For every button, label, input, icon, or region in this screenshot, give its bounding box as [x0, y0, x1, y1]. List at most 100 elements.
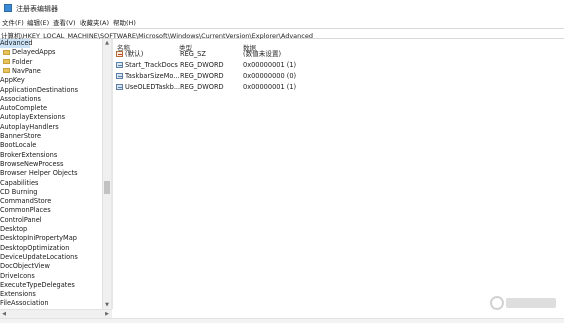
dword-value-icon — [116, 73, 123, 79]
scroll-right-arrow-icon[interactable]: ▶ — [103, 310, 111, 318]
menu-view[interactable]: 查看(V) — [53, 17, 76, 27]
tree-item-label: Desktop — [0, 225, 28, 233]
tree-item[interactable]: ApplicationDestinations — [0, 86, 78, 95]
tree-item[interactable]: AutoplayExtensions — [0, 113, 65, 122]
scroll-left-arrow-icon[interactable]: ◀ — [0, 310, 8, 318]
value-type: REG_DWORD — [180, 83, 224, 91]
tree-item[interactable]: DriveIcons — [0, 272, 35, 281]
value-row[interactable]: TaskbarSizeMo... REG_DWORD 0x00000000 (0… — [113, 71, 413, 81]
value-data: (数值未设置) — [243, 50, 282, 58]
menu-help[interactable]: 帮助(H) — [113, 17, 136, 27]
tree-item-label: Capabilities — [0, 178, 39, 187]
tree-item[interactable]: AppKey — [0, 76, 25, 85]
address-bar[interactable]: 计算机\HKEY_LOCAL_MACHINE\SOFTWARE\Microsof… — [0, 28, 564, 40]
tree-item-label: Extensions — [0, 290, 36, 299]
menu-edit[interactable]: 编辑(E) — [27, 17, 49, 27]
tree-item-label: FileAssociation — [0, 299, 49, 308]
tree-item[interactable]: Desktop — [0, 225, 27, 234]
folder-icon — [3, 68, 10, 74]
value-row[interactable]: Start_TrackDocs REG_DWORD 0x00000001 (1) — [113, 60, 413, 70]
value-name: Start_TrackDocs — [125, 61, 178, 69]
tree-item-label: AutoplayHandlers — [0, 122, 59, 131]
tree-vertical-scrollbar[interactable]: ▲ ▼ — [102, 39, 111, 309]
tree-item-label: DesktopOptimization — [0, 243, 70, 252]
tree-item-label: BrowseNewProcess — [0, 159, 64, 168]
menu-file[interactable]: 文件(F) — [2, 17, 24, 27]
tree-item-label: CD Burning — [0, 187, 38, 196]
tree-item[interactable]: Associations — [0, 95, 41, 104]
values-list: 名称 类型 数据 (默认) REG_SZ (数值未设置) Start_Track… — [113, 39, 564, 318]
tree-item[interactable]: AutoComplete — [0, 104, 47, 113]
tree-item[interactable]: CD Burning — [0, 188, 37, 197]
tree-item-label: Associations — [0, 94, 41, 103]
scroll-down-arrow-icon[interactable]: ▼ — [103, 301, 111, 309]
dword-value-icon — [116, 84, 123, 90]
key-tree: Advanced DelayedApps Folder NavPane AppK… — [0, 39, 102, 309]
tree-item-label: BootLocale — [0, 141, 37, 150]
tree-item-label: Folder — [12, 57, 33, 66]
tree-item[interactable]: CommandStore — [0, 197, 51, 206]
string-value-icon — [116, 51, 123, 57]
menu-favorites[interactable]: 收藏夹(A) — [80, 17, 109, 27]
tree-item[interactable]: CommonPlaces — [0, 206, 51, 215]
tree-item-folder[interactable]: Folder — [3, 58, 32, 67]
tree-item-label: DelayedApps — [12, 48, 56, 57]
folder-icon — [3, 59, 10, 65]
tree-item[interactable]: FileAssociation — [0, 299, 49, 308]
tree-item-label: ExecuteTypeDelegates — [0, 280, 75, 289]
tree-item[interactable]: DocObjectView — [0, 262, 50, 271]
tree-item-label: AutoComplete — [0, 104, 48, 113]
scroll-thumb[interactable] — [104, 181, 110, 194]
tree-item-label: BrokerExtensions — [0, 150, 58, 159]
tree-item-label: AutoplayExtensions — [0, 113, 66, 122]
tree-item[interactable]: DesktopOptimization — [0, 244, 69, 253]
folder-icon — [3, 49, 10, 55]
tree-item[interactable]: Browser Helper Objects — [0, 169, 78, 178]
tree-item[interactable]: BrowseNewProcess — [0, 160, 63, 169]
tree-item[interactable]: BootLocale — [0, 141, 36, 150]
value-type: REG_SZ — [180, 50, 206, 58]
tree-item-label: ApplicationDestinations — [0, 85, 79, 94]
tree-item-label: DeviceUpdateLocations — [0, 252, 78, 261]
value-type: REG_DWORD — [180, 72, 224, 80]
tree-item-label: BannerStore — [0, 132, 42, 140]
tree-item-label: Advanced — [0, 39, 33, 47]
tree-item-delayedapps[interactable]: DelayedApps — [3, 48, 55, 57]
tree-item[interactable]: Extensions — [0, 290, 36, 299]
value-data: 0x00000001 (1) — [243, 83, 297, 91]
tree-item[interactable]: BrokerExtensions — [0, 151, 57, 160]
tree-item-label: DesktopIniPropertyMap — [0, 234, 77, 243]
tree-item-label: NavPane — [12, 66, 41, 75]
value-data: 0x00000000 (0) — [243, 72, 297, 80]
value-data: 0x00000001 (1) — [243, 61, 297, 69]
watermark-logo-icon — [490, 296, 556, 310]
title-bar: 注册表编辑器 — [0, 0, 564, 16]
tree-item[interactable]: ExecuteTypeDelegates — [0, 281, 75, 290]
menu-bar: 文件(F) 编辑(E) 查看(V) 收藏夹(A) 帮助(H) — [0, 16, 564, 28]
value-row[interactable]: UseOLEDTaskb... REG_DWORD 0x00000001 (1) — [113, 82, 413, 92]
tree-item-advanced[interactable]: Advanced — [0, 39, 33, 48]
value-type: REG_DWORD — [180, 61, 224, 69]
tree-item-label: CommandStore — [0, 197, 52, 206]
tree-item[interactable]: Capabilities — [0, 179, 38, 188]
tree-item-label: AppKey — [0, 76, 25, 85]
value-row[interactable]: (默认) REG_SZ (数值未设置) — [113, 49, 413, 59]
registry-editor-icon — [4, 4, 12, 12]
tree-item-navpane[interactable]: NavPane — [3, 67, 41, 76]
tree-item-label: DriveIcons — [0, 271, 35, 280]
tree-item[interactable]: BannerStore — [0, 132, 41, 141]
tree-item-label: Browser Helper Objects — [0, 169, 78, 178]
tree-item[interactable]: DesktopIniPropertyMap — [0, 234, 77, 243]
tree-item-label: CommonPlaces — [0, 206, 51, 215]
status-bar — [0, 318, 564, 323]
tree-item[interactable]: AutoplayHandlers — [0, 123, 59, 132]
tree-item-label: DocObjectView — [0, 262, 50, 271]
tree-item-label: ControlPanel — [0, 215, 42, 224]
window-title: 注册表编辑器 — [16, 5, 58, 13]
scroll-up-arrow-icon[interactable]: ▲ — [103, 39, 111, 47]
tree-item[interactable]: DeviceUpdateLocations — [0, 253, 78, 262]
tree-item[interactable]: ControlPanel — [0, 216, 42, 225]
dword-value-icon — [116, 62, 123, 68]
tree-horizontal-scrollbar[interactable]: ◀ ▶ — [0, 309, 112, 318]
value-name: (默认) — [125, 50, 144, 58]
